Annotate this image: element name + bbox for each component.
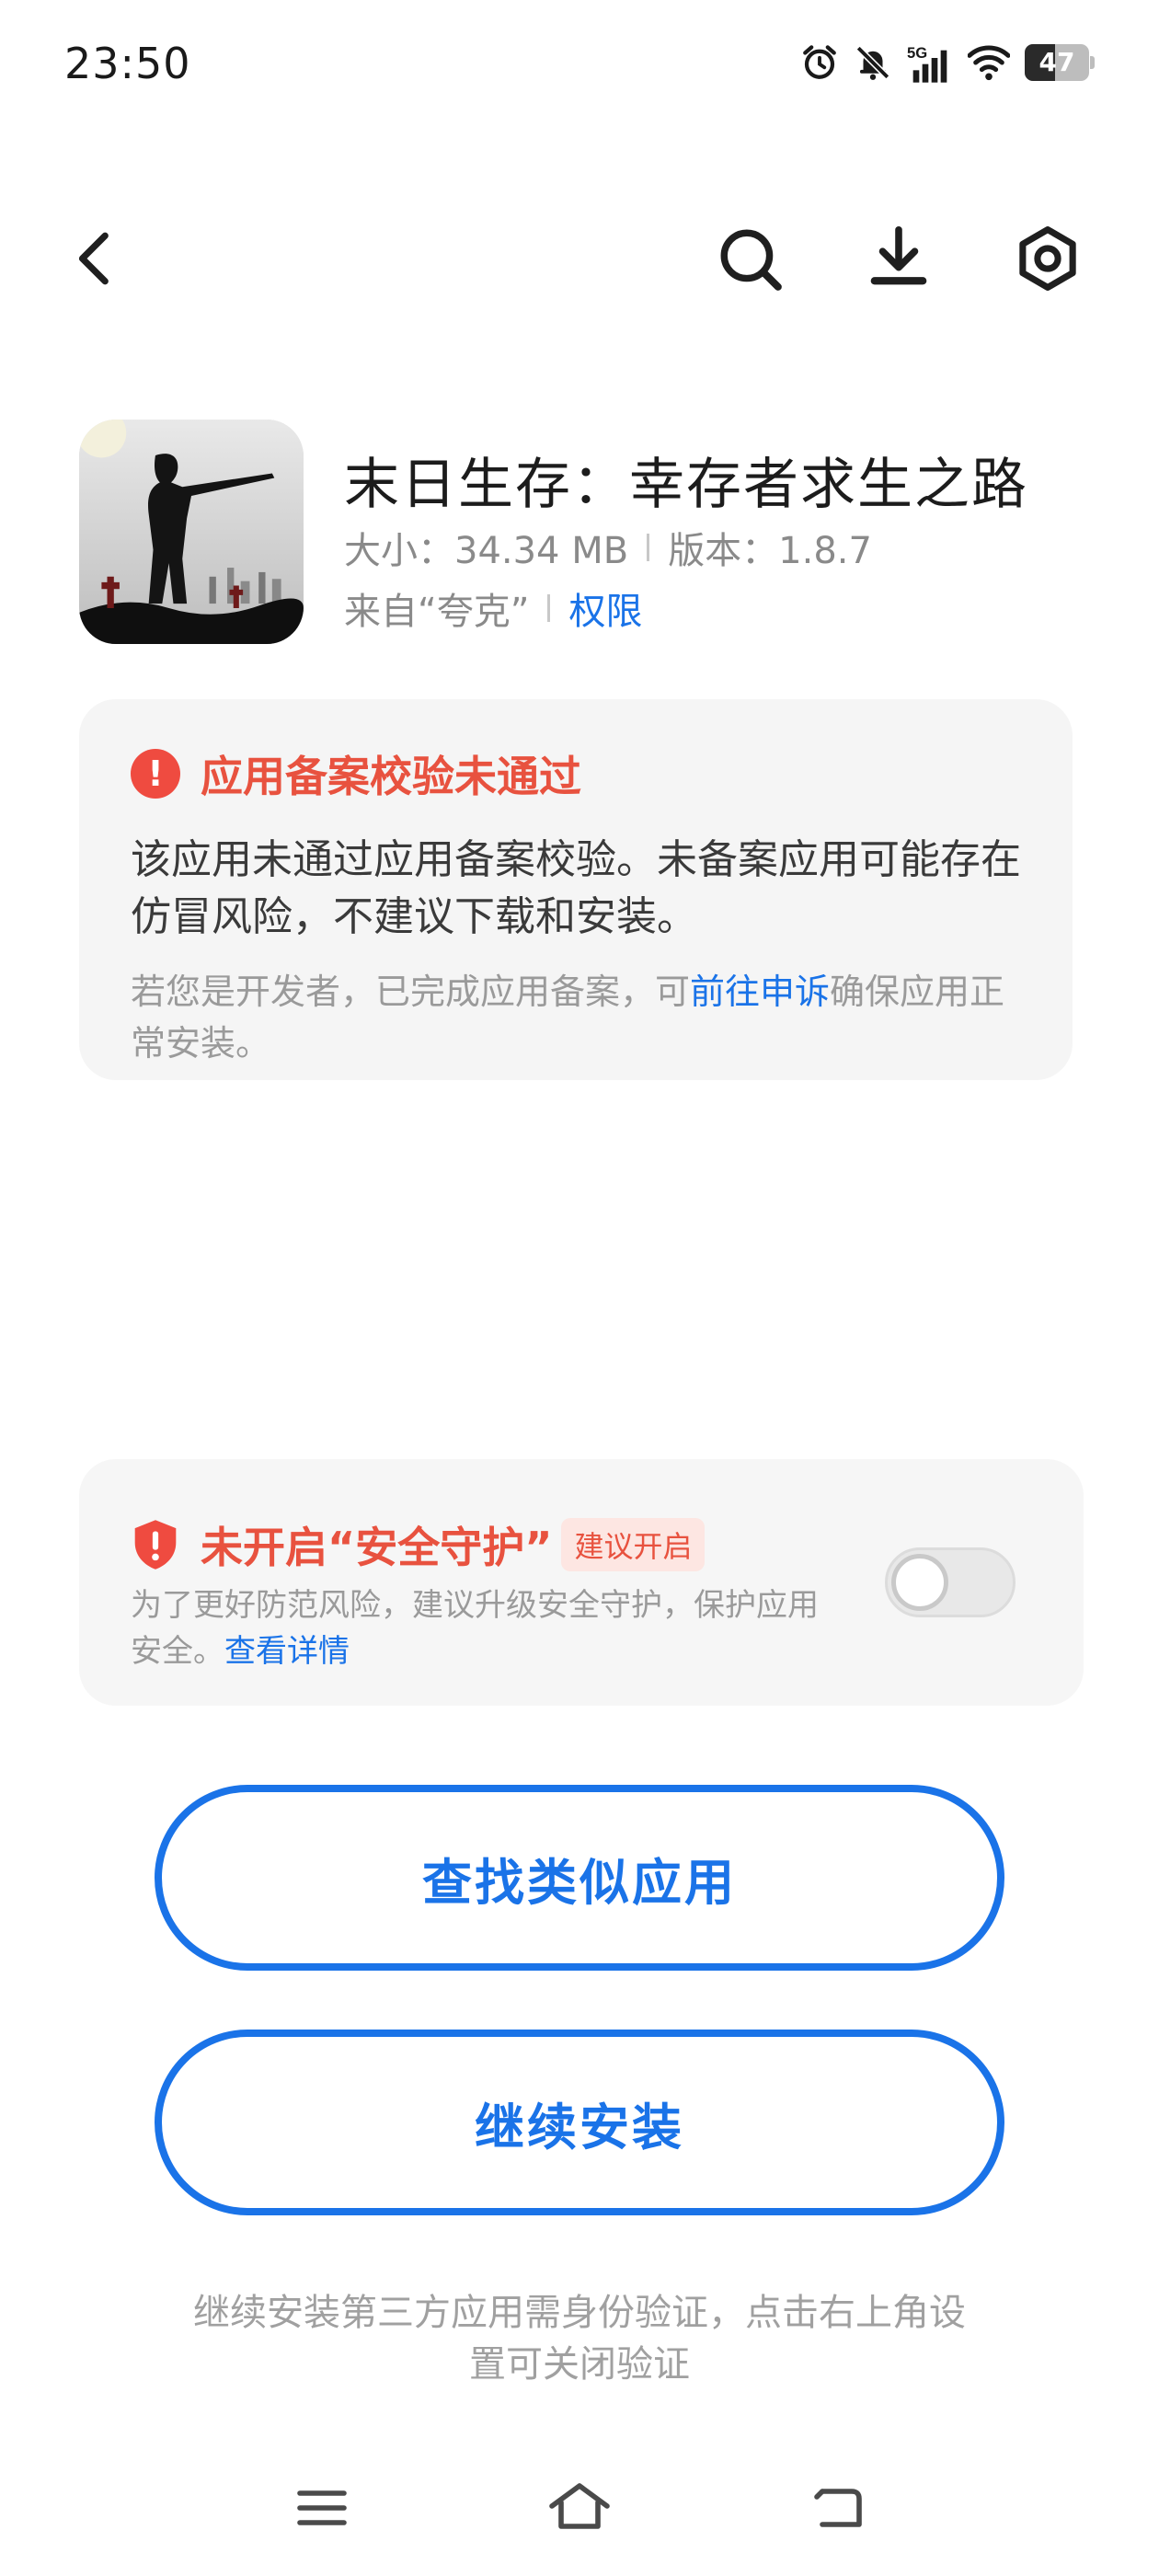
battery-level: 47 xyxy=(1039,47,1075,77)
nav-back-button[interactable] xyxy=(784,2462,894,2554)
shield-alert-icon xyxy=(134,1520,177,1570)
security-toggle[interactable] xyxy=(885,1547,1016,1617)
security-title-row: 未开启“安全守护” 建议开启 xyxy=(131,1514,706,1575)
verification-note: 继续安装第三方应用需身份验证，点击右上角设置可关闭验证 xyxy=(193,2292,966,2386)
chevron-left-icon xyxy=(78,232,109,285)
back-button[interactable] xyxy=(53,217,136,300)
wifi-icon xyxy=(968,45,1010,81)
security-protection-card: 未开启“安全守护” 建议开启 为了更好防范风险，建议升级安全守护，保护应用安全。… xyxy=(79,1459,1084,1706)
appeal-link[interactable]: 前往申诉 xyxy=(690,972,830,1012)
back-arrow-icon xyxy=(814,2489,862,2527)
nav-home-button[interactable] xyxy=(524,2460,635,2552)
settings-button[interactable] xyxy=(1006,217,1089,300)
app-icon xyxy=(79,420,304,644)
search-icon xyxy=(720,229,782,291)
view-details-link[interactable]: 查看详情 xyxy=(224,1633,350,1670)
app-version: 版本：1.8.7 xyxy=(668,530,872,572)
battery-icon: 47 xyxy=(1025,44,1095,81)
continue-install-button[interactable]: 继续安装 xyxy=(155,2030,1004,2215)
status-time: 23:50 xyxy=(64,39,191,88)
menu-icon xyxy=(297,2490,347,2525)
warning-sub-prefix: 若您是开发者，已完成应用备案，可 xyxy=(131,972,691,1012)
mute-icon xyxy=(855,45,890,80)
status-icons: 5G 47 xyxy=(800,42,1095,83)
alarm-icon xyxy=(803,45,836,79)
warning-title-row: ! 应用备案校验未通过 xyxy=(131,743,1021,804)
divider xyxy=(647,534,650,561)
warning-sub: 若您是开发者，已完成应用备案，可前往申诉确保应用正常安装。 xyxy=(131,966,1021,1069)
recommend-badge: 建议开启 xyxy=(561,1518,706,1571)
warning-title: 应用备案校验未通过 xyxy=(201,752,581,801)
search-button[interactable] xyxy=(708,217,791,300)
app-source: 来自“夸克” xyxy=(344,591,530,633)
warning-body: 该应用未通过应用备案校验。未备案应用可能存在仿冒风险，不建议下载和安装。 xyxy=(131,836,1021,940)
signal-5g-icon: 5G xyxy=(907,44,947,83)
settings-icon xyxy=(1019,226,1076,291)
home-icon xyxy=(549,2483,610,2529)
app-size: 大小：34.34 MB xyxy=(344,530,629,572)
toggle-knob xyxy=(891,1554,948,1611)
security-title: 未开启“安全守护” xyxy=(201,1523,553,1572)
network-label: 5G xyxy=(907,44,927,62)
find-similar-apps-button[interactable]: 查找类似应用 xyxy=(155,1785,1004,1971)
filing-warning-card: ! 应用备案校验未通过 该应用未通过应用备案校验。未备案应用可能存在仿冒风险，不… xyxy=(79,699,1073,1080)
app-meta: 大小：34.34 MB 版本：1.8.7 xyxy=(344,521,872,574)
download-button[interactable] xyxy=(857,215,940,298)
app-name: 末日生存：幸存者求生之路 xyxy=(344,453,1028,517)
nav-menu-button[interactable] xyxy=(267,2462,377,2554)
app-source-row: 来自“夸克” 权限 xyxy=(344,581,642,635)
alert-icon: ! xyxy=(131,749,180,799)
divider xyxy=(547,594,551,622)
download-icon xyxy=(870,226,927,285)
permissions-link[interactable]: 权限 xyxy=(568,581,642,635)
security-desc: 为了更好防范风险，建议升级安全守护，保护应用安全。查看详情 xyxy=(131,1582,848,1674)
